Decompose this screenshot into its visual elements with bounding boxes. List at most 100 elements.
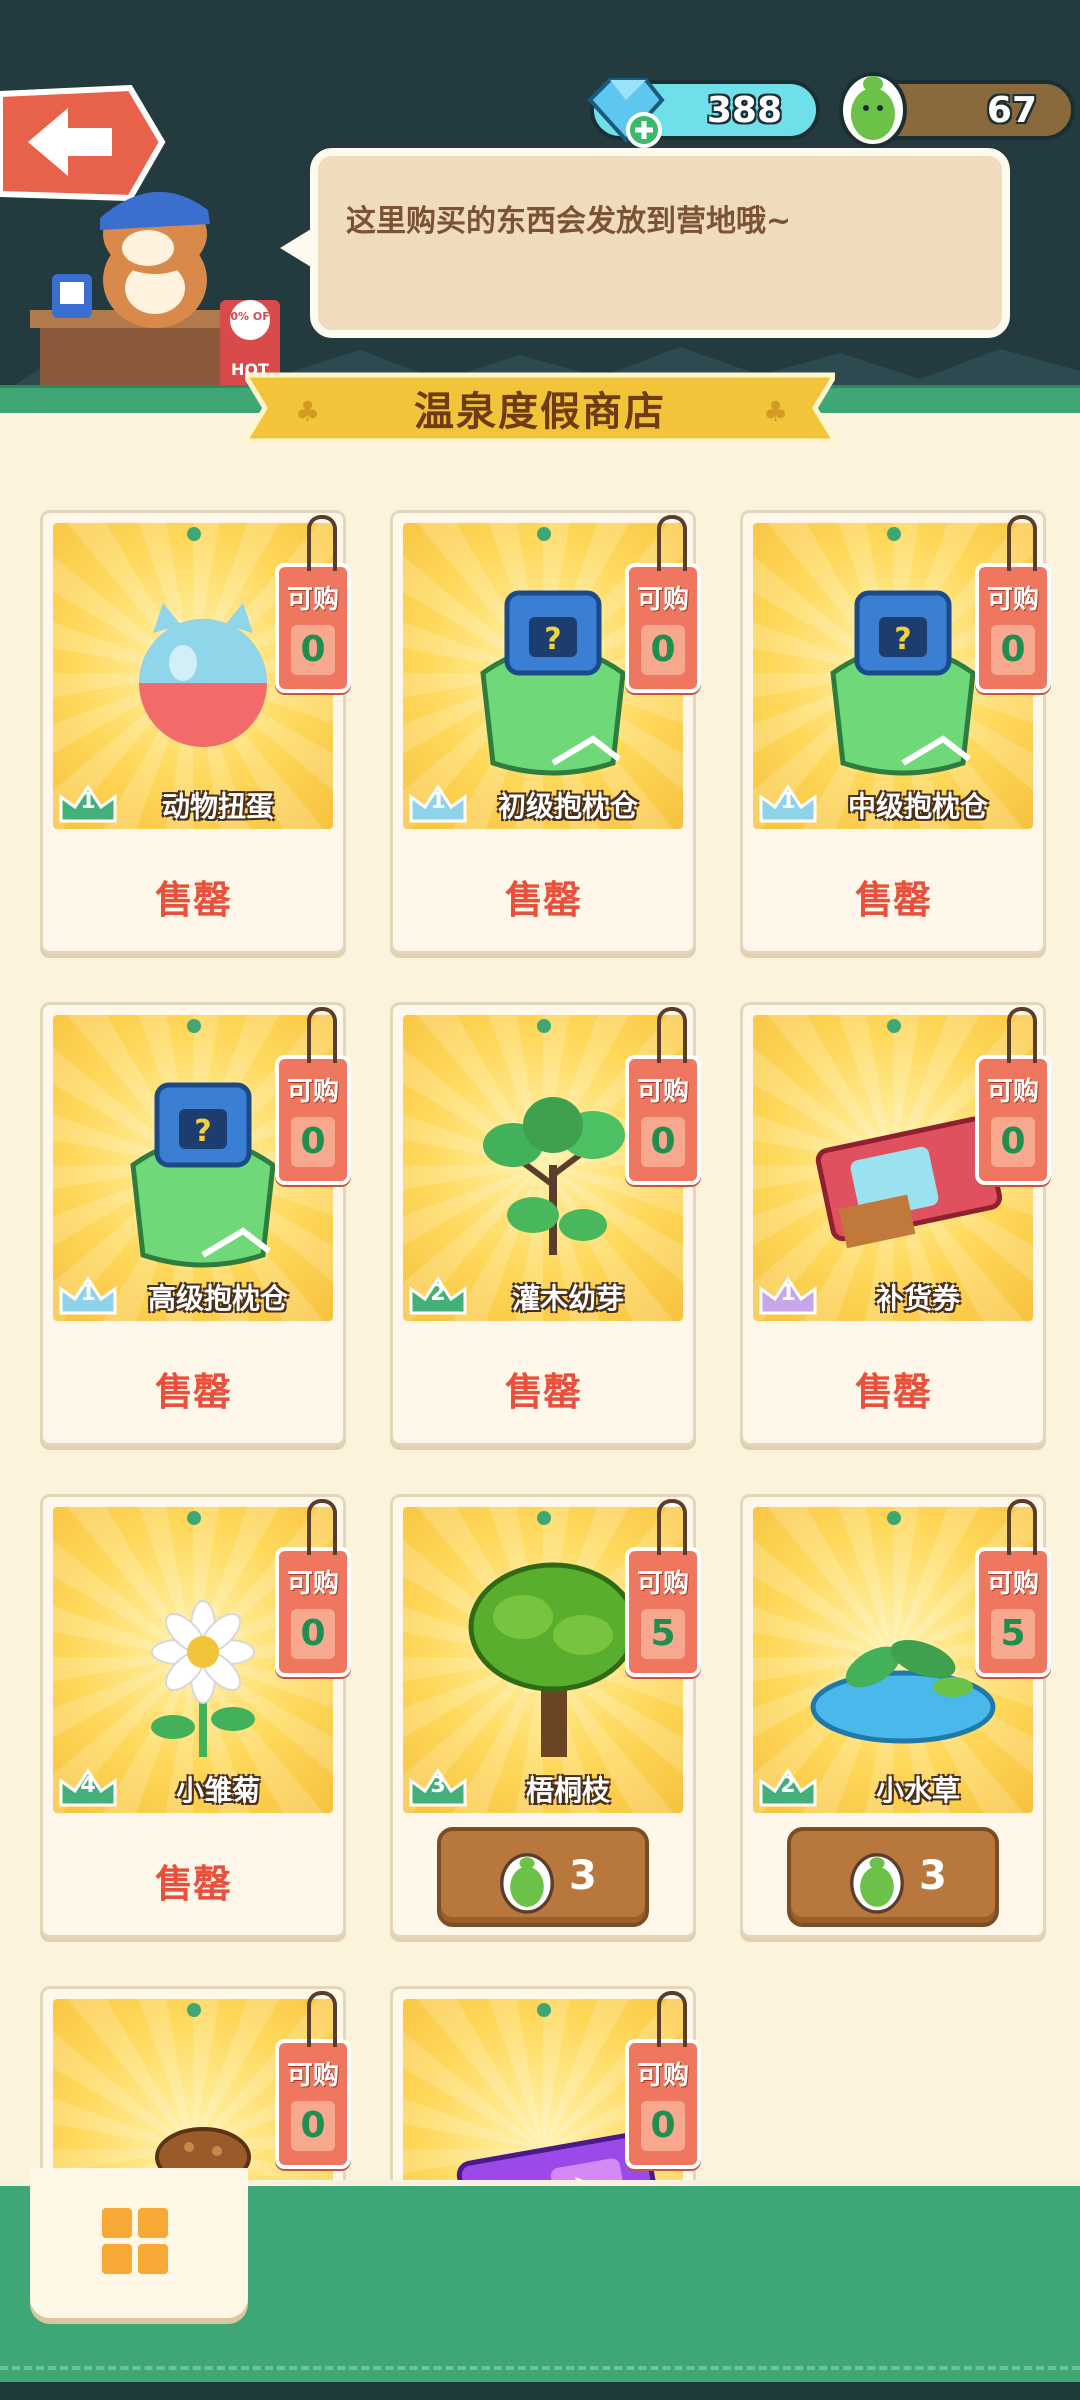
- item-name: 动物扭蛋: [161, 790, 274, 823]
- available-count: 0: [641, 1117, 685, 1167]
- pin-dot: [537, 2003, 551, 2017]
- pin-dot: [887, 1511, 901, 1525]
- sold-out-label: 售罄: [854, 878, 931, 922]
- shop-item-card[interactable]: ? 可购 0 1 中级抱枕仓售罄: [740, 510, 1051, 954]
- can-buy-label: 可购: [636, 2061, 689, 2091]
- can-buy-label: 可购: [286, 1569, 339, 1599]
- sold-out-label: 售罄: [504, 878, 581, 922]
- item-name: 高级抱枕仓: [147, 1282, 288, 1315]
- shop-item-card[interactable]: 可购 5 3 梧桐枝 3: [390, 1494, 701, 1938]
- item-name: 中级抱枕仓: [847, 790, 988, 823]
- level-number: 2: [430, 1281, 446, 1306]
- bottom-edge: [0, 2382, 1080, 2400]
- level-badge: 1: [757, 1273, 819, 1317]
- level-number: 1: [780, 789, 796, 814]
- pin-dot: [887, 527, 901, 541]
- level-number: 2: [780, 1773, 796, 1798]
- sold-out-label: 售罄: [504, 1370, 581, 1414]
- purchase-limit-tag: 可购 5: [625, 1499, 701, 1677]
- level-badge: 2: [407, 1273, 469, 1317]
- available-count: 0: [991, 625, 1035, 675]
- level-number: 1: [80, 1281, 96, 1306]
- level-number: 1: [430, 789, 446, 814]
- shop-item-card[interactable]: ? 可购 0 1 高级抱枕仓售罄: [40, 1002, 351, 1446]
- item-name: 梧桐枝: [525, 1774, 610, 1807]
- available-count: 5: [641, 1609, 685, 1659]
- shop-item-card[interactable]: ? 可购 0 1 初级抱枕仓售罄: [390, 510, 701, 954]
- level-number: 3: [430, 1773, 446, 1798]
- level-number: 1: [80, 789, 96, 814]
- item-name: 初级抱枕仓: [497, 790, 638, 823]
- purchase-limit-tag: 可购 0: [975, 1007, 1051, 1185]
- sold-out-label: 售罄: [154, 1862, 231, 1906]
- pin-dot: [187, 1511, 201, 1525]
- level-badge: 1: [57, 781, 119, 825]
- can-buy-label: 可购: [636, 585, 689, 615]
- available-count: 0: [641, 2101, 685, 2151]
- buy-button[interactable]: 3: [437, 1827, 649, 1927]
- level-number: 1: [780, 1281, 796, 1306]
- svg-text:?: ?: [894, 622, 911, 657]
- shop-item-grid: 可购 0 1 动物扭蛋 售罄? 可购 0 1 初级抱枕仓 售罄? 可购 0 1 中级抱枕仓 售罄? 可购 0 1 高…: [0, 0, 1080, 2400]
- shop-item-card[interactable]: 可购 0 1 补货券售罄: [740, 1002, 1051, 1446]
- level-badge: 1: [407, 781, 469, 825]
- level-badge: 1: [57, 1273, 119, 1317]
- purchase-limit-tag: 可购 0: [275, 1007, 351, 1185]
- pin-dot: [187, 1019, 201, 1033]
- shop-item-card[interactable]: 可购 0 1 动物扭蛋售罄: [40, 510, 351, 954]
- level-number: 4: [80, 1773, 96, 1798]
- available-count: 0: [291, 2101, 335, 2151]
- purchase-limit-tag: 可购 5: [975, 1499, 1051, 1677]
- pin-dot: [887, 1019, 901, 1033]
- level-badge: 4: [57, 1765, 119, 1809]
- pin-dot: [187, 2003, 201, 2017]
- available-count: 5: [991, 1609, 1035, 1659]
- level-badge: 1: [757, 781, 819, 825]
- available-count: 0: [291, 1609, 335, 1659]
- can-buy-label: 可购: [636, 1077, 689, 1107]
- svg-text:?: ?: [544, 622, 561, 657]
- can-buy-label: 可购: [286, 2061, 339, 2091]
- available-count: 0: [291, 625, 335, 675]
- can-buy-label: 可购: [986, 1569, 1039, 1599]
- price-value: 3: [569, 1853, 597, 1899]
- pin-dot: [537, 1511, 551, 1525]
- available-count: 0: [991, 1117, 1035, 1167]
- purchase-limit-tag: 可购 0: [625, 515, 701, 693]
- price-value: 3: [919, 1853, 947, 1899]
- can-buy-label: 可购: [986, 585, 1039, 615]
- item-name: 补货券: [875, 1282, 960, 1315]
- can-buy-label: 可购: [286, 585, 339, 615]
- purchase-limit-tag: 可购 0: [275, 515, 351, 693]
- sold-out-label: 售罄: [154, 1370, 231, 1414]
- frog-coin-icon: [850, 1853, 904, 1914]
- purchase-limit-tag: 可购 0: [625, 1991, 701, 2169]
- pin-dot: [537, 527, 551, 541]
- pin-dot: [187, 527, 201, 541]
- shop-item-card[interactable]: 可购 0 2 灌木幼芽售罄: [390, 1002, 701, 1446]
- sold-out-label: 售罄: [854, 1370, 931, 1414]
- can-buy-label: 可购: [636, 1569, 689, 1599]
- purchase-limit-tag: 可购 0: [275, 1991, 351, 2169]
- shop-item-card[interactable]: 可购 0 4 小雏菊售罄: [40, 1494, 351, 1938]
- menu-grid-button[interactable]: [30, 2168, 248, 2318]
- can-buy-label: 可购: [286, 1077, 339, 1107]
- dashed-stitch: [0, 2366, 1080, 2370]
- purchase-limit-tag: 可购 0: [625, 1007, 701, 1185]
- level-badge: 2: [757, 1765, 819, 1809]
- level-badge: 3: [407, 1765, 469, 1809]
- purchase-limit-tag: 可购 0: [275, 1499, 351, 1677]
- shop-item-card[interactable]: 可购 5 2 小水草 3: [740, 1494, 1051, 1938]
- svg-text:?: ?: [194, 1114, 211, 1149]
- item-name: 小雏菊: [175, 1774, 260, 1807]
- item-name: 灌木幼芽: [511, 1282, 624, 1315]
- frog-coin-icon: [500, 1853, 554, 1914]
- can-buy-label: 可购: [986, 1077, 1039, 1107]
- available-count: 0: [641, 625, 685, 675]
- purchase-limit-tag: 可购 0: [975, 515, 1051, 693]
- item-name: 小水草: [875, 1774, 960, 1807]
- sold-out-label: 售罄: [154, 878, 231, 922]
- available-count: 0: [291, 1117, 335, 1167]
- buy-button[interactable]: 3: [787, 1827, 999, 1927]
- pin-dot: [537, 1019, 551, 1033]
